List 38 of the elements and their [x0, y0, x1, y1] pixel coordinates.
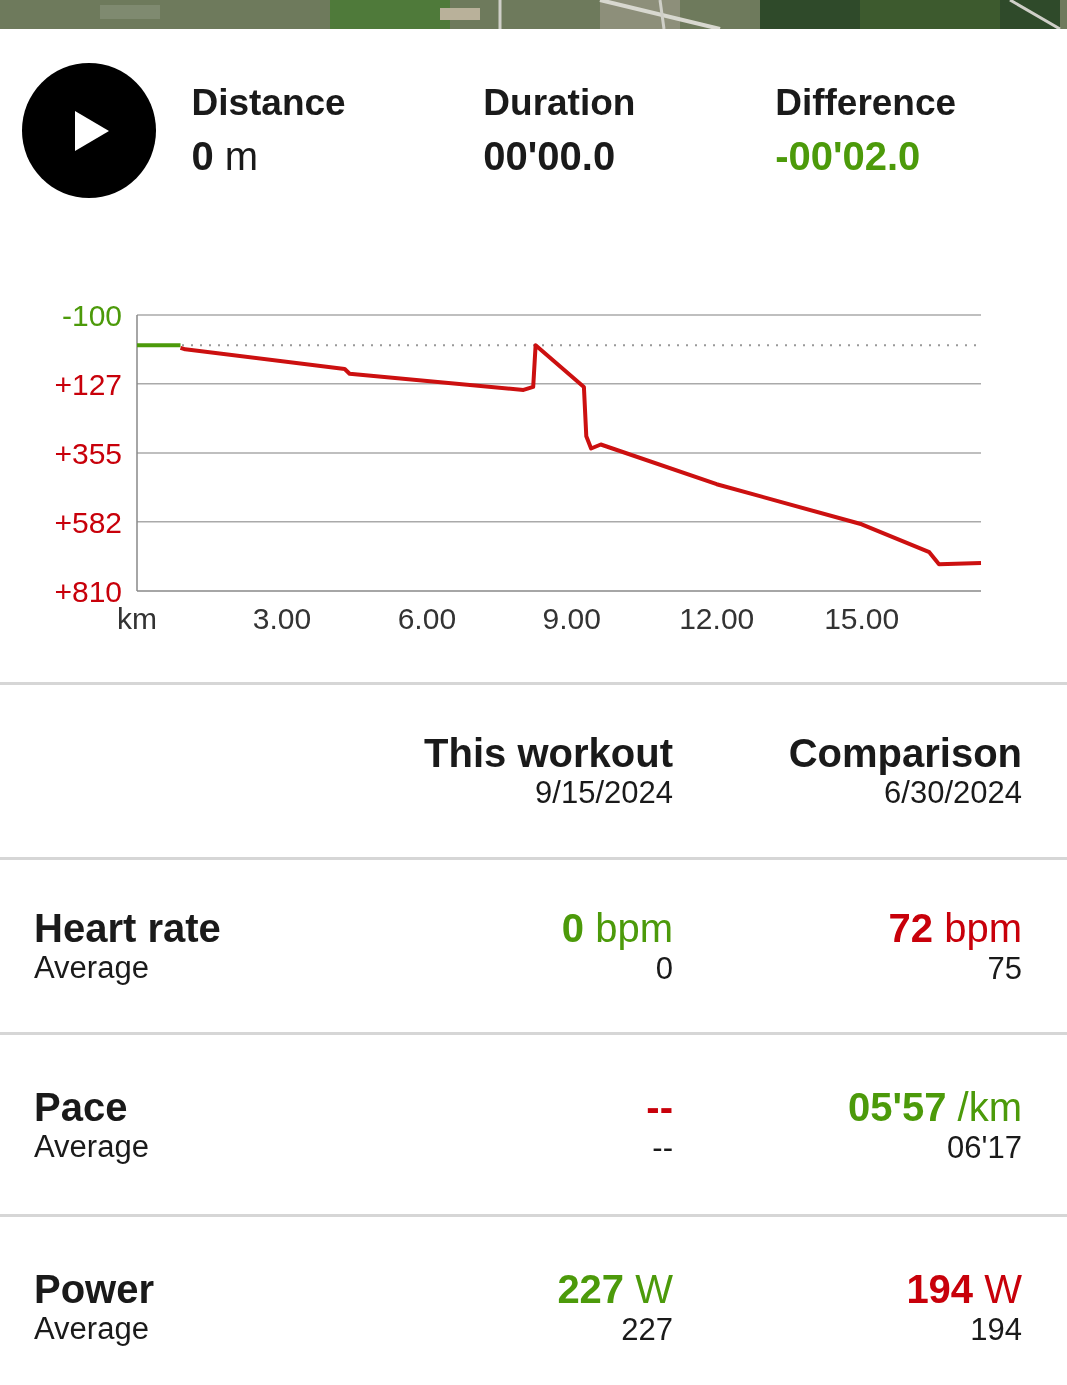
metric-label: Heart rate: [34, 906, 221, 950]
axis-label: 3.00: [252, 602, 312, 635]
axis-label: 9.00: [542, 602, 601, 635]
axis-label: +582: [54, 505, 122, 539]
stat-label: Duration: [483, 81, 637, 125]
stat-label: Distance: [191, 81, 347, 125]
axis-label: -100: [61, 299, 122, 332]
metric-value: 194 W: [906, 1265, 1022, 1312]
metric-value: --: [646, 1083, 673, 1130]
axis-label: 6.00: [397, 602, 457, 635]
average-value: 0: [655, 951, 673, 987]
column-date: 6/30/2024: [884, 775, 1022, 811]
column-date: 9/15/2024: [535, 775, 673, 811]
stat-value: -00'02.0: [775, 133, 922, 180]
metric-value: 05'57 /km: [847, 1083, 1022, 1130]
column-title: This workout: [424, 731, 673, 775]
average-value: 75: [987, 951, 1022, 987]
metric-label: Power: [34, 1266, 155, 1311]
metric-sublabel: Average: [34, 1128, 149, 1165]
axis-label: +355: [54, 437, 122, 470]
axis-label: 12.00: [679, 602, 755, 635]
average-value: --: [652, 1129, 673, 1166]
metric-value: 72 bpm: [888, 905, 1022, 951]
axis-label: +127: [54, 367, 122, 401]
metric-sublabel: Average: [34, 1310, 149, 1347]
play-icon: [75, 110, 110, 151]
metric-label: Pace: [34, 1084, 128, 1129]
average-value: 194: [970, 1311, 1022, 1348]
axis-label: 15.00: [824, 602, 900, 635]
stat-value: 00'00.0: [483, 133, 617, 180]
average-value: 06'17: [947, 1129, 1022, 1166]
average-value: 227: [621, 1311, 673, 1348]
stat-label: Difference: [775, 81, 958, 125]
column-title: Comparison: [788, 731, 1022, 775]
metric-sublabel: Average: [34, 950, 149, 986]
metric-value: 0 bpm: [561, 905, 673, 951]
metric-value: 227 W: [557, 1265, 673, 1312]
stat-value: 0 m: [191, 133, 260, 180]
